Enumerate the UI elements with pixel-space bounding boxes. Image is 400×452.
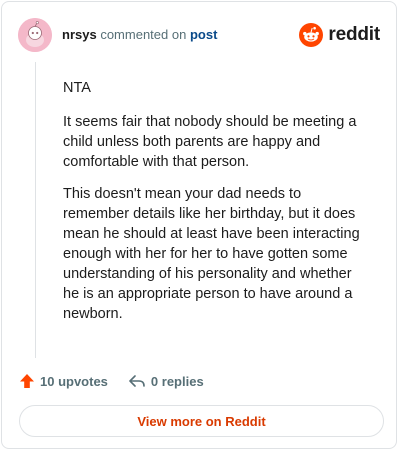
commented-on-text: commented on bbox=[100, 27, 187, 42]
comment-body: NTA It seems fair that nobody should be … bbox=[63, 78, 363, 336]
comment-header: nrsys commented on post reddit bbox=[18, 18, 380, 52]
reddit-brand[interactable]: reddit bbox=[299, 22, 380, 48]
view-more-button[interactable]: View more on Reddit bbox=[19, 405, 384, 437]
comment-paragraph: NTA bbox=[63, 80, 91, 96]
view-more-label: View more on Reddit bbox=[137, 413, 266, 429]
thread-line[interactable] bbox=[35, 62, 36, 358]
post-link[interactable]: post bbox=[190, 27, 217, 42]
comment-paragraph: It seems fair that nobody should be meet… bbox=[63, 114, 357, 170]
snoo-avatar-icon bbox=[18, 18, 52, 52]
upvote-arrow-icon bbox=[20, 374, 34, 388]
reddit-wordmark: reddit bbox=[328, 24, 380, 45]
comment-paragraph: This doesn't mean your dad needs to reme… bbox=[63, 186, 360, 322]
comment-meta: nrsys commented on post bbox=[62, 27, 217, 43]
author-name[interactable]: nrsys bbox=[62, 27, 97, 42]
upvote-button[interactable]: 10 upvotes bbox=[19, 373, 108, 389]
reddit-logo-icon bbox=[299, 23, 324, 47]
avatar[interactable] bbox=[18, 18, 52, 52]
replies-count: 0 replies bbox=[150, 373, 204, 389]
reply-arrow-icon bbox=[129, 375, 145, 387]
reply-button[interactable]: 0 replies bbox=[128, 373, 204, 389]
comment-card: nrsys commented on post reddit NTA It se… bbox=[1, 1, 397, 449]
comment-actions: 10 upvotes 0 replies bbox=[19, 370, 224, 392]
upvotes-count: 10 upvotes bbox=[40, 373, 108, 389]
